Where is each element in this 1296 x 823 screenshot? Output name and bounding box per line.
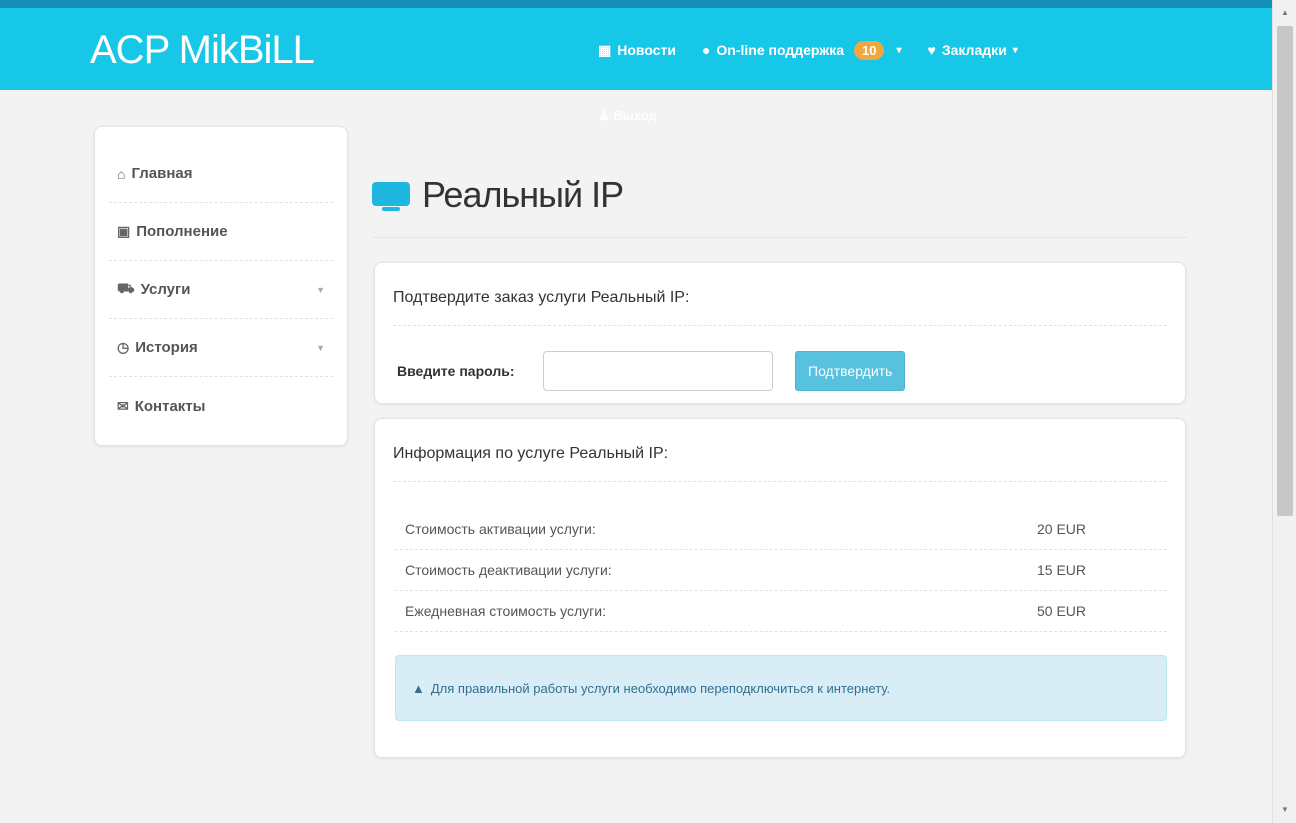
alert-text: Для правильной работы услуги необходимо … (430, 680, 891, 696)
heart-icon: ♥ (927, 42, 936, 58)
calendar-icon: ▦ (598, 41, 612, 58)
nav-bookmarks[interactable]: ♥ Закладки ▾ (928, 42, 1018, 58)
monitor-icon (372, 182, 410, 212)
row-label: Ежедневная стоимость услуги: (405, 603, 606, 619)
user-icon: ♟ (598, 108, 610, 123)
confirm-button[interactable]: Подтвердить (795, 351, 906, 391)
sidebar-item-topup[interactable]: ▣ Пополнение (109, 203, 333, 261)
chevron-down-icon: ▾ (1012, 44, 1018, 56)
sidebar-item-services[interactable]: ⛟ Услуги ▼ (109, 261, 333, 319)
row-label: Стоимость деактивации услуги: (405, 562, 612, 578)
support-count-badge: 10 (854, 40, 885, 60)
chat-icon: ● (701, 42, 711, 58)
money-icon: ▣ (117, 223, 131, 239)
password-form-row: Введите пароль: Подтвердить (397, 351, 906, 391)
scroll-down-icon[interactable]: ▼ (1273, 801, 1296, 819)
confirm-order-heading: Подтвердите заказ услуги Реальный IP: (393, 263, 1167, 326)
row-value: 50 EUR (1037, 603, 1087, 619)
chevron-down-icon: ▾ (896, 44, 902, 56)
sidebar-item-label: Услуги (140, 281, 191, 298)
home-icon: ⌂ (117, 165, 126, 182)
row-label: Стоимость активации услуги: (405, 521, 596, 537)
user-menu[interactable]: ♟ Выход (598, 108, 657, 124)
table-row: Ежедневная стоимость услуги: 50 EUR (395, 591, 1167, 632)
nav-bookmarks-label: Закладки (941, 42, 1007, 58)
sidebar-item-label: Пополнение (136, 223, 228, 240)
vertical-scrollbar[interactable]: ▲ ▼ (1272, 0, 1296, 823)
confirm-order-card: Подтвердите заказ услуги Реальный IP: Вв… (374, 262, 1186, 404)
row-value: 15 EUR (1037, 562, 1087, 578)
sidebar-item-label: Главная (131, 165, 193, 182)
clock-icon: ◷ (117, 339, 130, 355)
sidebar-item-contacts[interactable]: ✉ Контакты (109, 377, 333, 435)
top-navbar: ACP MikBiLL ▦ Новости ● On-line поддержк… (0, 0, 1272, 90)
scroll-thumb[interactable] (1277, 26, 1293, 516)
nav-news[interactable]: ▦ Новости (598, 42, 676, 59)
scroll-up-icon[interactable]: ▲ (1273, 4, 1296, 22)
page-title-text: Реальный IP (422, 174, 624, 215)
chevron-down-icon: ▼ (316, 342, 325, 353)
chevron-down-icon: ▼ (316, 284, 325, 295)
password-label: Введите пароль: (397, 363, 515, 379)
service-info-table: Стоимость активации услуги: 20 EUR Стоим… (395, 509, 1167, 632)
top-nav: ▦ Новости ● On-line поддержка 10 ▾ ♥ Зак… (598, 38, 1044, 62)
sidebar-item-label: Контакты (134, 397, 206, 415)
user-label: Выход (613, 108, 657, 123)
sidebar-item-home[interactable]: ⌂ Главная (109, 145, 333, 203)
nav-support-label: On-line поддержка (716, 42, 844, 58)
table-row: Стоимость активации услуги: 20 EUR (395, 509, 1167, 550)
table-row: Стоимость деактивации услуги: 15 EUR (395, 550, 1167, 591)
password-input[interactable] (543, 351, 773, 391)
warning-icon: ▲ (412, 680, 425, 696)
brand-logo[interactable]: ACP MikBiLL (90, 28, 315, 73)
reconnect-alert: ▲ Для правильной работы услуги необходим… (395, 655, 1167, 721)
cart-icon: ⛟ (117, 280, 135, 296)
row-value: 20 EUR (1037, 521, 1087, 537)
sidebar-item-history[interactable]: ◷ История ▼ (109, 319, 333, 377)
nav-support[interactable]: ● On-line поддержка 10 ▾ (701, 40, 902, 60)
page-title: Реальный IP (372, 172, 1188, 238)
service-info-heading: Информация по услуге Реальный IP: (393, 419, 1167, 482)
envelope-icon: ✉ (117, 397, 129, 414)
sidebar-item-label: История (135, 339, 198, 356)
service-info-card: Информация по услуге Реальный IP: Стоимо… (374, 418, 1186, 758)
nav-news-label: Новости (617, 42, 676, 58)
sidebar: ⌂ Главная ▣ Пополнение ⛟ Услуги ▼ ◷ История … (94, 126, 348, 446)
